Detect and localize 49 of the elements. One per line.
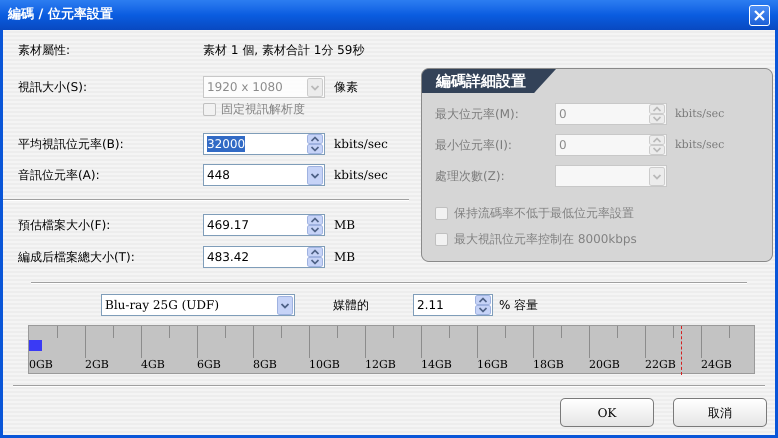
field-label: 素材屬性: [18,42,72,59]
used-space-block [29,340,42,351]
unit-label: 像素 [334,79,358,96]
field-value: 32000 [207,136,246,152]
dropdown[interactable]: Blu-ray 25G (UDF) [101,294,295,316]
field-label: 最小位元率(I): [435,137,513,154]
checkbox-label: 保持流碼率不低于最低位元率設置 [454,205,634,222]
field-value: 469.17 [207,217,249,233]
field-value: 1920 x 1080 [207,79,283,95]
unit-label: kbits/sec [334,136,388,153]
field-value: 448 [207,167,230,183]
checkbox-label: 固定視訊解析度 [221,101,305,118]
field-value: Blu-ray 25G (UDF) [105,297,220,313]
spin-box[interactable]: 483.42 [203,246,325,268]
unit-label: kbits/sec [675,136,724,153]
cancel-button[interactable]: 取消 [673,398,767,427]
capacity-limit-line [681,326,682,375]
panel-title: 編碼詳細設置 [422,69,556,93]
field-label: 編成后檔案總大小(T): [18,249,136,266]
unit-label: kbits/sec [675,106,724,122]
field-value: 0 [559,137,567,153]
field-label: 最大位元率(M): [435,106,520,123]
ok-button[interactable]: OK [560,398,654,427]
spin-arrows-icon[interactable] [307,215,323,235]
unit-label: MB [334,217,356,234]
spin-arrows-icon[interactable] [475,295,491,315]
spin-box[interactable]: 2.11 [413,294,493,316]
field-label: 視訊大小(S): [18,79,88,96]
field-label: 平均視訊位元率(B): [18,136,125,153]
source-summary: 素材 1 個, 素材合計 1分 59秒 [203,42,364,59]
unit-label: MB [334,249,356,266]
field-value: 0 [559,106,567,122]
dropdown[interactable]: 448 [203,164,325,186]
field-label: 音訊位元率(A): [18,167,101,184]
close-button[interactable] [749,4,770,26]
close-icon [754,10,765,20]
field-value: 483.42 [207,249,249,265]
field-value: 2.11 [417,297,444,313]
spin-box[interactable]: 32000 [203,133,325,155]
spin-box[interactable]: 469.17 [203,214,325,236]
checkbox-label: 最大視訊位元率控制在 8000kbps [454,231,637,248]
unit-label: kbits/sec [334,167,388,184]
unit-label: % 容量 [499,297,538,314]
field-label: 處理次數(Z): [435,168,506,185]
window-title: 編碼 / 位元率設置 [8,6,113,24]
spin-arrows-icon[interactable] [307,247,323,267]
field-label: 預估檔案大小(F): [18,217,112,234]
spin-arrows-icon[interactable] [307,134,323,154]
field-label: 媒體的 [333,297,370,314]
